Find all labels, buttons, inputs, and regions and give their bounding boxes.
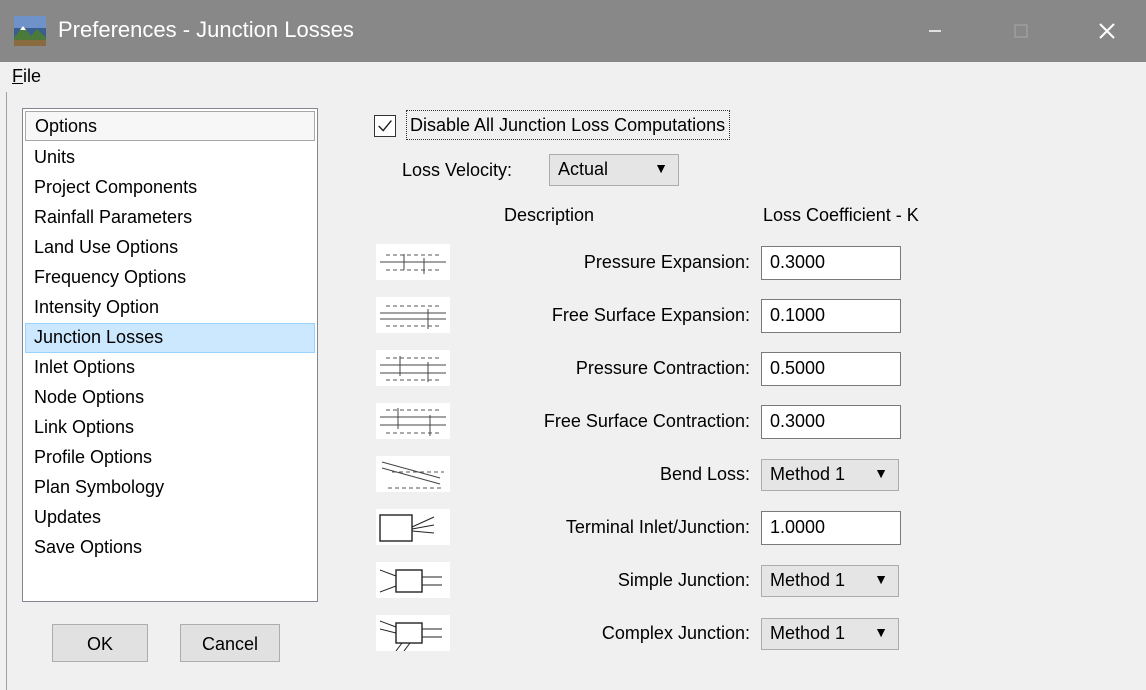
loss-coefficient-input[interactable]: 0.3000	[761, 246, 901, 280]
maximize-icon[interactable]	[990, 0, 1052, 62]
options-item[interactable]: Project Components	[25, 173, 315, 203]
loss-coefficient-input[interactable]: 1.0000	[761, 511, 901, 545]
ok-button[interactable]: OK	[52, 624, 148, 662]
cancel-button[interactable]: Cancel	[180, 624, 280, 662]
method-select-value: Method 1	[770, 623, 846, 643]
row-label: Pressure Expansion:	[583, 252, 750, 272]
row-label: Free Surface Contraction:	[543, 411, 750, 431]
disable-all-checkbox[interactable]	[374, 115, 396, 137]
options-list[interactable]: Options Units Project Components Rainfall …	[22, 108, 318, 602]
options-item[interactable]: Land Use Options	[25, 233, 315, 263]
options-item[interactable]: Junction Losses	[25, 323, 315, 353]
method-select[interactable]: Method 1 ▼	[761, 459, 899, 491]
close-icon[interactable]	[1076, 0, 1138, 62]
description-header: Description	[504, 205, 595, 225]
row-label: Terminal Inlet/Junction:	[565, 517, 750, 537]
options-header[interactable]: Options	[25, 111, 315, 141]
row-label: Bend Loss:	[659, 464, 750, 484]
loss-coefficient-input[interactable]: 0.1000	[761, 299, 901, 333]
dropdown-arrow-icon: ▼	[874, 624, 888, 640]
menu-file-mnemonic: F	[12, 66, 23, 86]
dropdown-arrow-icon: ▼	[654, 160, 668, 176]
options-item[interactable]: Profile Options	[25, 443, 315, 473]
menu-file-rest: ile	[23, 66, 42, 86]
options-item[interactable]: Intensity Option	[25, 293, 315, 323]
landscape-app-icon	[14, 16, 46, 46]
loss-coefficient-input[interactable]: 0.5000	[761, 352, 901, 386]
options-item[interactable]: Save Options	[25, 533, 315, 563]
row-label: Free Surface Expansion:	[551, 305, 750, 325]
menu-bar: File	[0, 62, 1146, 92]
options-item[interactable]: Units	[25, 143, 315, 173]
method-select-value: Method 1	[770, 570, 846, 590]
options-item[interactable]: Plan Symbology	[25, 473, 315, 503]
method-select[interactable]: Method 1 ▼	[761, 618, 899, 650]
options-item[interactable]: Rainfall Parameters	[25, 203, 315, 233]
row-label: Pressure Contraction:	[575, 358, 750, 378]
title-bar[interactable]: Preferences - Junction Losses	[0, 0, 1146, 62]
loss-coefficient-input[interactable]: 0.3000	[761, 405, 901, 439]
options-item[interactable]: Inlet Options	[25, 353, 315, 383]
disable-all-label[interactable]: Disable All Junction Loss Computations	[406, 110, 731, 140]
window-left-border	[6, 92, 7, 690]
method-select-value: Method 1	[770, 464, 846, 484]
loss-velocity-label: Loss Velocity:	[402, 160, 513, 180]
options-item[interactable]: Node Options	[25, 383, 315, 413]
loss-coefficient-header: Loss Coefficient - K	[763, 205, 919, 225]
window-title: Preferences - Junction Losses	[58, 17, 354, 42]
options-item[interactable]: Link Options	[25, 413, 315, 443]
dropdown-arrow-icon: ▼	[874, 571, 888, 587]
options-item[interactable]: Frequency Options	[25, 263, 315, 293]
options-items: Units Project Components Rainfall Paramete…	[25, 143, 315, 563]
dropdown-arrow-icon: ▼	[874, 465, 888, 481]
row-label: Simple Junction:	[617, 570, 750, 590]
loss-velocity-value: Actual	[558, 159, 609, 179]
minimize-icon[interactable]	[904, 0, 966, 62]
method-select[interactable]: Method 1 ▼	[761, 565, 899, 597]
row-label: Complex Junction:	[601, 623, 750, 643]
options-item[interactable]: Updates	[25, 503, 315, 533]
loss-velocity-select[interactable]: Actual ▼	[549, 154, 679, 186]
menu-file[interactable]: File	[12, 66, 41, 87]
